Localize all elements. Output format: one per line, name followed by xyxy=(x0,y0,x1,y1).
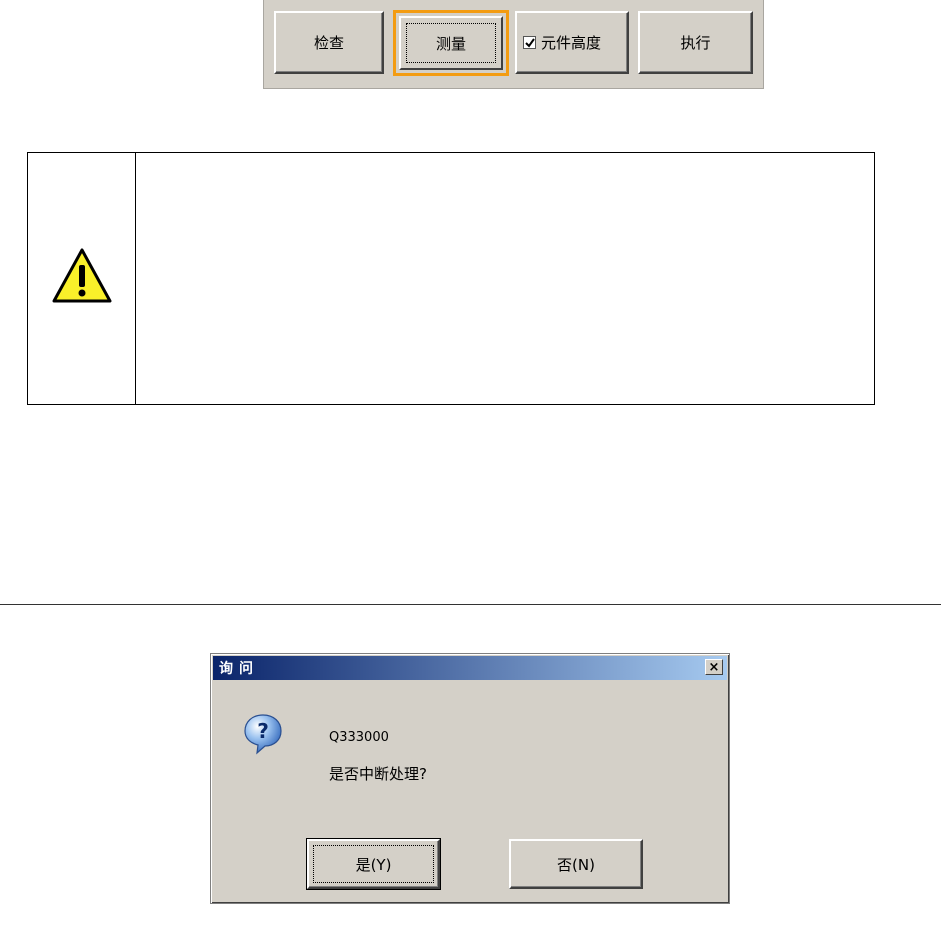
confirm-dialog: 询问 × ? Q333000 是否中断处理? 是(Y) 否(N) xyxy=(210,653,730,904)
yes-button-label: 是(Y) xyxy=(355,855,392,874)
no-button-label: 否(N) xyxy=(557,855,595,874)
warning-note xyxy=(27,152,875,405)
close-button[interactable]: × xyxy=(705,659,723,675)
checkmark-icon xyxy=(524,37,535,48)
measure-button-face: 测量 xyxy=(399,16,503,70)
check-button[interactable]: 检查 xyxy=(274,11,384,74)
no-button[interactable]: 否(N) xyxy=(509,839,643,889)
warning-icon-cell xyxy=(28,153,136,404)
component-height-label: 元件高度 xyxy=(541,34,602,52)
warning-triangle-icon xyxy=(52,248,111,302)
execute-button[interactable]: 执行 xyxy=(638,11,753,74)
toolbar: 检查 测量 元件高度 执行 xyxy=(263,0,764,89)
question-bubble-icon: ? xyxy=(243,713,283,759)
yes-button[interactable]: 是(Y) xyxy=(306,838,441,890)
measure-button-label: 测量 xyxy=(435,34,466,53)
message-code: Q333000 xyxy=(329,730,389,745)
separator-line xyxy=(0,604,941,605)
measure-button[interactable]: 测量 xyxy=(393,10,509,76)
svg-text:?: ? xyxy=(257,719,269,743)
close-icon: × xyxy=(708,659,720,675)
component-height-toggle[interactable]: 元件高度 xyxy=(515,11,629,74)
message-text: 是否中断处理? xyxy=(329,765,427,783)
warning-content xyxy=(136,153,874,404)
dialog-titlebar[interactable]: 询问 × xyxy=(213,656,727,680)
dialog-title: 询问 xyxy=(219,661,259,677)
component-height-checkbox[interactable] xyxy=(523,36,536,49)
